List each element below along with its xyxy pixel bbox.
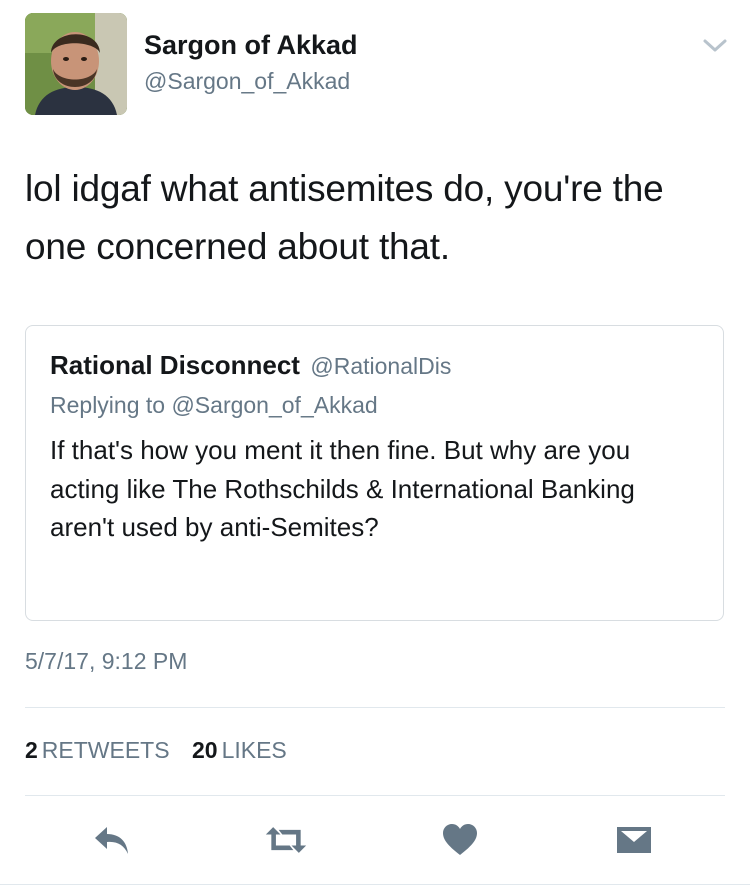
quoted-tweet-replying-to: Replying to @Sargon_of_Akkad [50,392,378,418]
reply-button[interactable] [90,818,134,862]
like-button[interactable] [438,818,482,862]
bottom-divider [0,884,750,885]
retweet-button[interactable] [264,818,308,862]
retweet-icon [265,827,307,853]
chevron-down-icon[interactable] [702,36,728,56]
author-handle[interactable]: @Sargon_of_Akkad [144,68,350,95]
quoted-tweet-text: If that's how you ment it then fine. But… [50,435,635,542]
quoted-tweet-card[interactable]: Rational Disconnect @RationalDis Replyin… [25,325,724,621]
likes-label: LIKES [221,737,287,763]
quoted-tweet-author-handle: @RationalDis [310,353,452,379]
retweets-count: 2 [25,737,38,763]
envelope-icon [617,827,651,853]
quoted-tweet-header: Rational Disconnect @RationalDis [50,350,451,381]
heart-icon [443,824,477,855]
quoted-tweet-author-name: Rational Disconnect [50,350,300,380]
reply-icon [95,827,128,854]
author-avatar[interactable] [25,13,127,115]
tweet-stats: 2 RETWEETS 20 LIKES [25,737,287,764]
tweet-timestamp: 5/7/17, 9:12 PM [25,648,188,674]
retweets-stat[interactable]: 2 RETWEETS [25,737,170,764]
likes-stat[interactable]: 20 LIKES [192,737,287,764]
retweets-label: RETWEETS [41,737,170,763]
message-button[interactable] [612,818,656,862]
divider [25,795,725,796]
likes-count: 20 [191,737,218,763]
tweet-text: lol idgaf what antisemites do, you're th… [25,168,664,267]
divider [25,707,725,708]
avatar-image [25,13,127,115]
author-name[interactable]: Sargon of Akkad [144,30,358,61]
